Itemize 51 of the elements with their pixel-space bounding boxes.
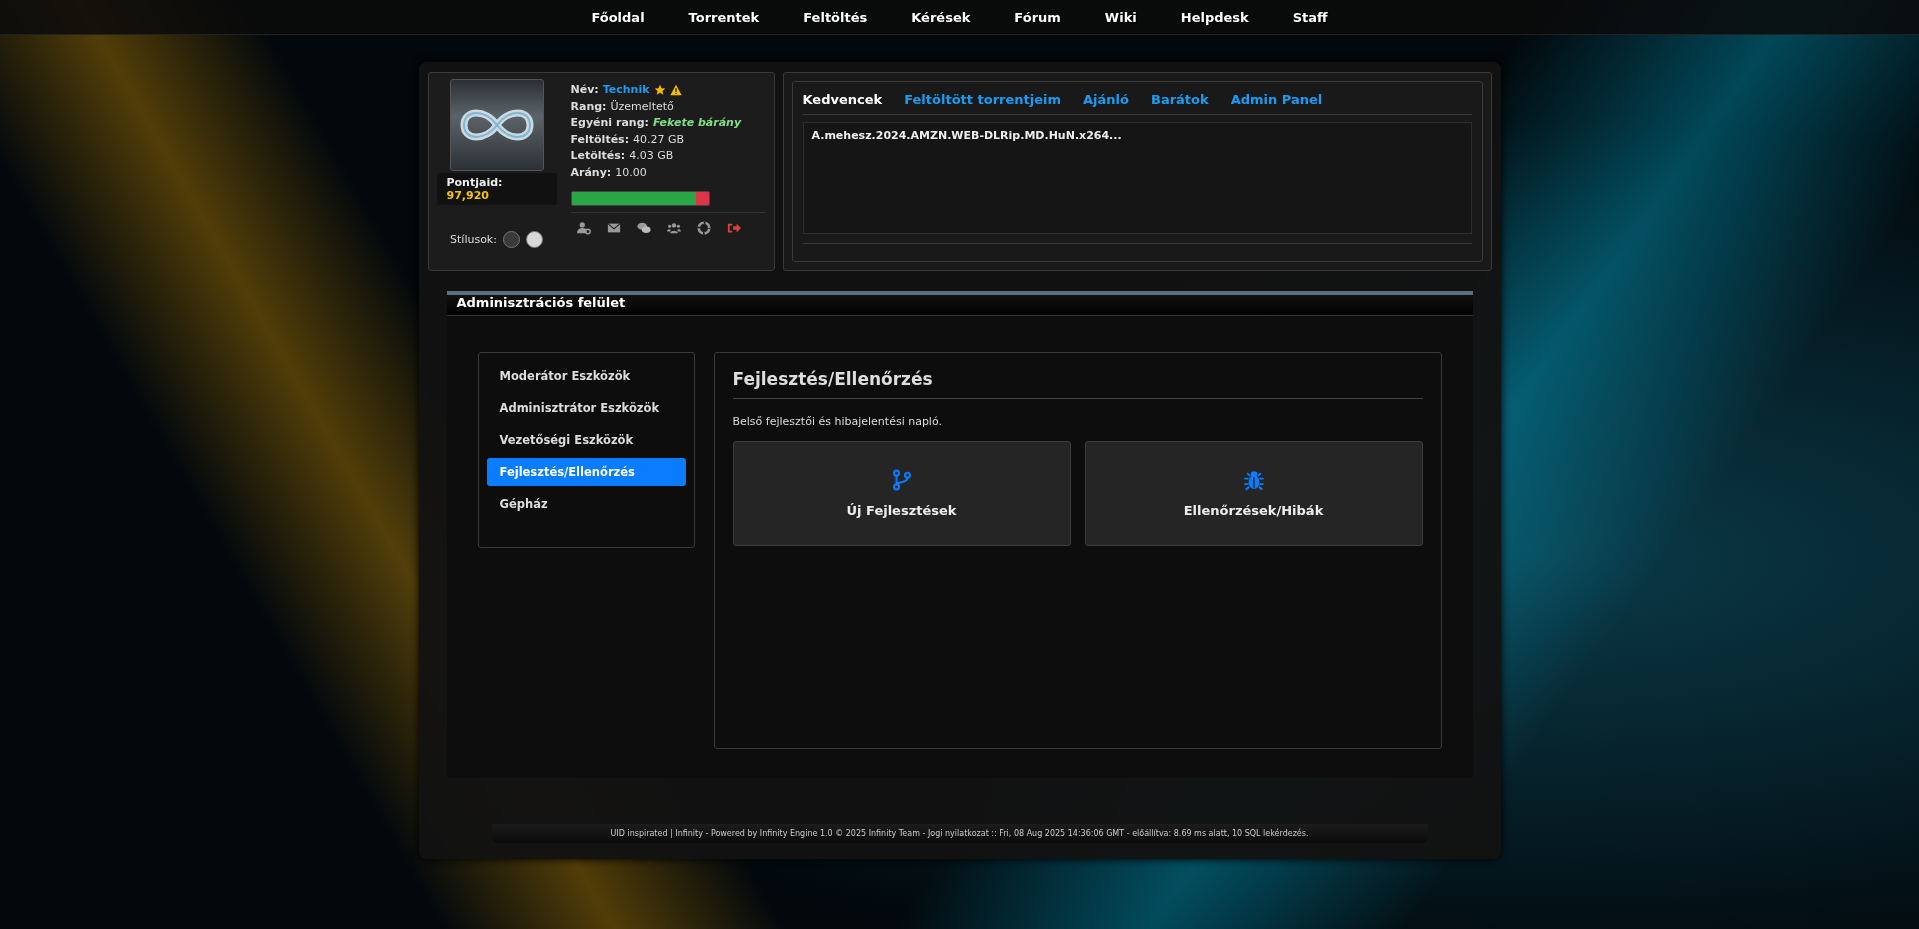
tab[interactable]: Admin Panel [1230,92,1323,107]
field-label: Név: [570,82,599,98]
field-value: 10.00 [615,164,647,181]
menu-item[interactable]: Vezetőségi Eszközök [486,426,686,454]
tab[interactable]: Kedvencek [802,92,883,107]
chat-icon[interactable] [636,221,651,235]
field-value: Üzemeltető [610,98,674,115]
style-swatch[interactable] [525,231,543,248]
field-label: Arány: [570,164,612,181]
styles-label: Stílusok: [450,233,497,246]
nav-link[interactable]: Staff [1270,9,1350,25]
tab[interactable]: Feltöltött torrentjeim [904,92,1062,107]
bug-icon [1242,469,1265,491]
field-label: Egyéni rang: [570,115,649,131]
favorite-torrent-link[interactable]: A.mehesz.2024.AMZN.WEB-DLRip.MD.HuN.x264... [811,129,1463,142]
nav-link[interactable]: Feltöltés [781,9,890,25]
username-link[interactable]: Technik [602,82,650,99]
menu-item[interactable]: Adminisztrátor Eszközök [486,394,686,422]
life-ring-icon[interactable] [696,221,711,235]
warning-icon [669,84,682,97]
field-value: 4.03 GB [629,148,674,164]
menu-item[interactable]: Fejlesztés/Ellenőrzés [486,458,686,486]
panel-title: Adminisztrációs felület [446,291,1473,316]
nav-link[interactable]: Wiki [1082,9,1159,25]
tool-card-button[interactable]: Új Fejlesztések [732,441,1071,546]
field-label: Rang: [570,98,607,115]
section-heading: Fejlesztés/Ellenőrzés [732,369,1423,399]
nav-link[interactable]: Torrentek [666,9,782,25]
nav-link[interactable]: Helpdesk [1158,9,1271,25]
tab[interactable]: Barátok [1151,92,1209,107]
menu-item[interactable]: Moderátor Eszközök [486,362,686,390]
branch-icon [890,469,913,491]
user-settings-icon[interactable] [576,221,591,235]
field-label: Feltöltés: [570,131,630,148]
field-value: Fekete bárány [652,115,742,131]
field-value: 40.27 GB [633,131,685,148]
menu-item[interactable]: Gépház [486,490,686,518]
users-icon[interactable] [666,221,681,235]
logout-icon[interactable] [726,221,741,235]
field-label: Letöltés: [570,148,626,164]
nav-link[interactable]: Kérések [889,9,993,25]
star-icon [653,84,666,97]
nav-link[interactable]: Fórum [992,9,1083,25]
envelope-icon[interactable] [606,221,621,235]
tab[interactable]: Ajánló [1083,92,1129,107]
points-display: Pontjaid: 97,920 [436,173,557,205]
tool-card-button[interactable]: Ellenőrzések/Hibák [1084,441,1423,546]
style-swatch[interactable] [502,231,520,248]
section-description: Belső fejlesztői és hibajelentési napló. [732,415,943,428]
footer-text: UID inspirated | Infinity - Powered by Infinity Engine 1.0 © 2025 Infinity Team - Jogi nyilatkozat :: Fri, 08 Aug 2025 14:36:06 GMT - előállítva: 8.69 ms alatt, 10 SQL lekérdezés. [491,824,1428,843]
nav-link[interactable]: Főoldal [569,9,667,25]
